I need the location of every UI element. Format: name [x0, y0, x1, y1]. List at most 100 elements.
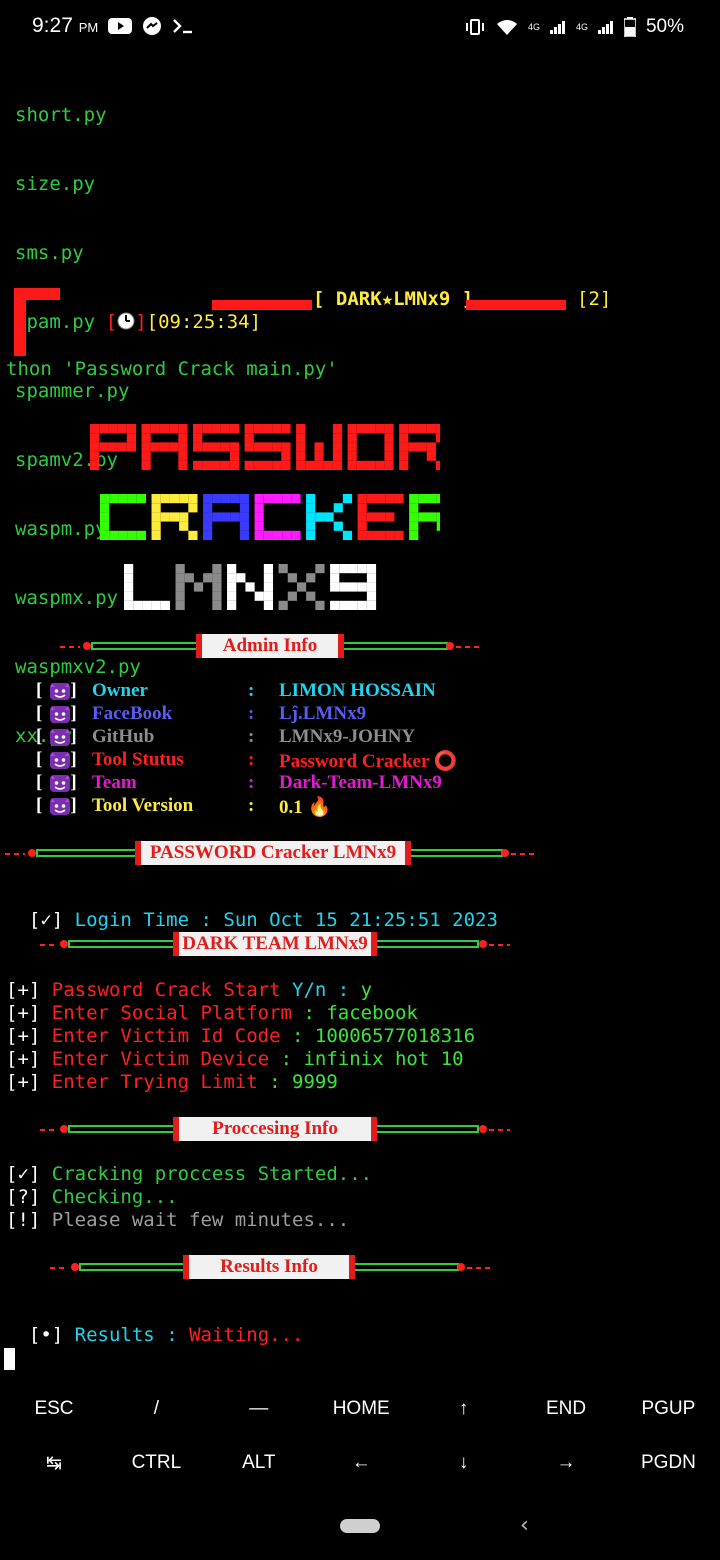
home-gesture-pill[interactable] [340, 1519, 380, 1533]
banner-pixel [203, 521, 213, 531]
file-list: short.py size.py sms.py spam.py spammer.… [15, 58, 141, 771]
banner-pixel [272, 460, 282, 470]
extra-key[interactable]: — [208, 1398, 310, 1420]
banner-pixel [193, 460, 203, 470]
banner-pixel [417, 424, 427, 434]
extra-key[interactable]: ↓ [413, 1452, 515, 1474]
banner-pixel [126, 433, 136, 443]
banner-pixel [253, 424, 263, 434]
banner-pixel [136, 494, 146, 504]
banner-pixel [193, 424, 203, 434]
banner-pixel [427, 512, 437, 522]
list-item: short.py [15, 104, 107, 126]
banner-pixel [287, 573, 297, 583]
banner-pixel [203, 530, 213, 540]
prompt-bar [466, 300, 566, 310]
banner-pixel [124, 582, 134, 592]
banner-pixel [90, 451, 100, 461]
banner-pixel [330, 600, 340, 610]
banner-pixel [347, 460, 357, 470]
banner-pixel [272, 442, 282, 452]
banner-pixel [184, 573, 194, 583]
banner-pixel [254, 512, 264, 522]
banner-pixel [99, 424, 109, 434]
extra-key[interactable]: PGDN [617, 1452, 719, 1474]
banner-pixel [90, 424, 100, 434]
terminal-cursor [4, 1348, 15, 1370]
banner-pixel [348, 600, 358, 610]
banner-pixel [306, 530, 316, 540]
extra-key[interactable]: ESC [3, 1398, 105, 1420]
banner-pixel [357, 512, 367, 522]
banner-pixel [417, 442, 427, 452]
extra-key[interactable]: ↑ [413, 1398, 515, 1420]
banner-pixel [426, 424, 436, 434]
notification-icons [108, 16, 194, 36]
banner-pixel [384, 451, 394, 461]
extra-key[interactable]: CTRL [105, 1452, 207, 1474]
banner-pixel [150, 442, 160, 452]
team-divider: DARK TEAM LMNx9 [40, 932, 510, 958]
banner-pixel [188, 494, 198, 504]
banner-pixel [330, 582, 340, 592]
banner-pixel [239, 503, 250, 513]
banner-pixel [220, 424, 230, 434]
banner-pixel [426, 442, 436, 452]
extra-key[interactable]: ↹ [3, 1452, 105, 1475]
admin-info-colon: : [248, 795, 255, 816]
banner-pixel [150, 424, 160, 434]
banner-pixel [220, 442, 230, 452]
input-value: facebook [326, 1002, 418, 1024]
banner-pixel [357, 503, 367, 513]
banner-pixel [306, 521, 316, 531]
admin-info-key: Tool Stutus [92, 749, 184, 770]
extra-key[interactable]: END [515, 1398, 617, 1420]
banner-pixel [212, 564, 222, 574]
banner-pixel [375, 424, 385, 434]
banner-pixel [202, 424, 212, 434]
extra-key[interactable]: / [105, 1398, 207, 1420]
battery-icon [623, 17, 636, 37]
banner-pixel [211, 424, 221, 434]
section-title: Admin Info [196, 634, 344, 658]
banner-pixel [314, 460, 324, 470]
banner-pixel [332, 433, 343, 443]
admin-divider: Admin Info [60, 634, 480, 660]
banner-pixel [306, 503, 316, 513]
banner-pixel [348, 564, 358, 574]
banner-pixel [272, 494, 283, 504]
banner-pixel [229, 442, 240, 452]
prompt-count: [2] [577, 288, 612, 310]
banner-pixel [178, 442, 188, 452]
admin-info-row: [] Team: Dark-Team-LMNx9 [36, 772, 442, 793]
banner-pixel [254, 530, 264, 540]
vibrate-icon [465, 19, 484, 35]
banner-pixel [384, 460, 394, 470]
extra-key[interactable]: ALT [208, 1452, 310, 1474]
extra-key[interactable]: PGUP [617, 1398, 719, 1420]
banner-pixel [227, 591, 237, 601]
banner-pixel [409, 521, 419, 531]
banner-pixel [281, 460, 291, 470]
banner-pixel [339, 600, 349, 610]
banner-pixel [357, 582, 367, 592]
shell-prompt: [][09:25:34] [ DARK★LMNx9 ] [2] [0, 288, 720, 368]
extra-key[interactable]: HOME [310, 1398, 412, 1420]
banner-pixel [175, 600, 185, 610]
banner-pixel [306, 591, 316, 601]
banner-pixel [262, 460, 273, 470]
banner-pixel [394, 494, 404, 504]
banner-pixel [160, 512, 170, 522]
extra-key[interactable]: → [515, 1452, 617, 1474]
back-icon[interactable]: ‹ [520, 1513, 529, 1538]
banner-pixel [118, 530, 128, 540]
banner-pixel [169, 512, 180, 522]
input-line: [+] Enter Social Platform : facebook [6, 1002, 418, 1024]
extra-key[interactable]: ← [310, 1452, 412, 1474]
banner-pixel [436, 512, 440, 522]
input-lines: [+] Password Crack Start Y/n : y [+] Ente… [6, 979, 475, 1094]
banner-pixel [179, 494, 189, 504]
banner-pixel [227, 582, 237, 592]
devil-icon [50, 683, 70, 700]
prompt-corner-vertical [14, 288, 26, 356]
